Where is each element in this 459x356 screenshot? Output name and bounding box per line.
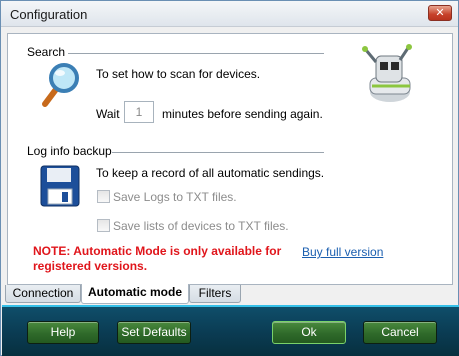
tab-connection-label: Connection <box>12 286 74 300</box>
log-backup-divider <box>112 152 324 153</box>
title-bar[interactable]: Configuration ✕ <box>1 1 458 27</box>
ok-button[interactable]: Ok <box>272 321 346 344</box>
save-devices-checkbox[interactable] <box>97 219 110 232</box>
wait-minutes-input[interactable]: 1 <box>124 101 154 123</box>
log-backup-description: To keep a record of all automatic sendin… <box>96 166 325 180</box>
save-logs-label: Save Logs to TXT files. <box>113 190 237 204</box>
tab-filters-label: Filters <box>198 286 232 300</box>
close-button[interactable]: ✕ <box>428 5 452 21</box>
window-title: Configuration <box>10 7 88 22</box>
search-divider <box>68 53 324 54</box>
log-backup-section-title: Log info backup <box>27 144 116 158</box>
robot-mascot-icon <box>362 44 412 102</box>
search-description: To set how to scan for devices. <box>96 67 261 81</box>
floppy-disk-icon <box>40 165 80 207</box>
tab-connection[interactable]: Connection <box>5 285 81 303</box>
tab-automatic-mode[interactable]: Automatic mode <box>81 284 189 304</box>
button-bar: Help Set Defaults Ok Cancel <box>2 305 459 356</box>
tab-filters[interactable]: Filters <box>189 285 241 303</box>
search-section-title: Search <box>27 45 70 59</box>
cancel-button[interactable]: Cancel <box>363 321 437 344</box>
tab-automatic-mode-label: Automatic mode <box>87 285 182 299</box>
set-defaults-button[interactable]: Set Defaults <box>117 321 191 344</box>
buy-full-version-link[interactable]: Buy full version <box>302 245 383 259</box>
magnifier-icon <box>42 63 79 107</box>
help-button[interactable]: Help <box>27 321 99 344</box>
configuration-window: Configuration ✕ Search To set how to sca… <box>0 0 459 356</box>
wait-label: Wait <box>96 107 120 121</box>
wait-suffix-label: minutes before sending again. <box>162 107 323 121</box>
registration-note: NOTE: Automatic Mode is only available f… <box>33 244 282 273</box>
close-icon: ✕ <box>435 7 445 19</box>
automatic-mode-panel: Search To set how to scan for devices. W… <box>7 33 453 285</box>
save-logs-checkbox[interactable] <box>97 190 110 203</box>
save-devices-label: Save lists of devices to TXT files. <box>113 219 289 233</box>
